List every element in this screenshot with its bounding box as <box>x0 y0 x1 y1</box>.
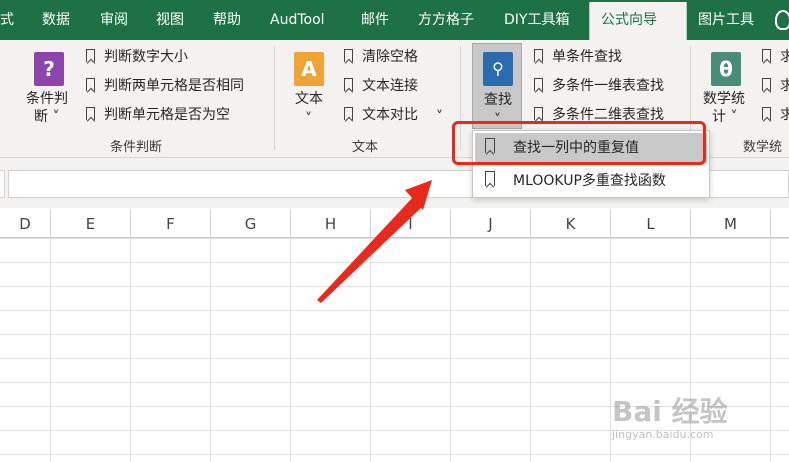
column-header-h[interactable]: H <box>291 210 371 238</box>
grid-line <box>770 238 771 462</box>
text-a-icon: A <box>294 52 324 86</box>
grid-line <box>290 238 291 462</box>
column-header-m[interactable]: M <box>691 210 771 238</box>
bookmark-icon <box>534 107 543 120</box>
item-label: 求 <box>780 49 789 65</box>
tab-data[interactable]: 数据 <box>42 0 70 40</box>
name-box-edge[interactable] <box>0 170 5 198</box>
item-label: 求 <box>780 107 789 123</box>
column-header-k[interactable]: K <box>531 210 611 238</box>
text-button[interactable]: A 文本 ˅ <box>286 40 332 130</box>
ribbon-tab-bar: 式 数据 审阅 视图 帮助 AudTool 邮件 方方格子 DIY工具箱 公式向… <box>0 0 789 40</box>
tab-diy-toolbox[interactable]: DIY工具箱 <box>504 0 569 40</box>
math-item-3-button[interactable]: 求 <box>762 104 789 126</box>
bookmark-icon <box>86 49 95 62</box>
column-header-g[interactable]: G <box>211 210 291 238</box>
lookup-label: 查找 <box>484 92 512 108</box>
bookmark-icon <box>762 49 771 62</box>
tab-help[interactable]: 帮助 <box>213 0 241 40</box>
math-item-2-button[interactable]: 求 <box>762 75 789 97</box>
judge-cell-empty-button[interactable]: 判断单元格是否为空 <box>86 104 230 126</box>
text-join-button[interactable]: 文本连接 <box>344 75 418 97</box>
tab-audtool[interactable]: AudTool <box>270 0 325 40</box>
bookmark-icon <box>344 78 353 91</box>
watermark-url: jingyan.baidu.com <box>612 428 714 441</box>
item-label: 文本连接 <box>362 78 418 94</box>
column-header-n[interactable] <box>771 210 789 238</box>
logic-judge-button[interactable]: ? 条件判 断 ˅ <box>22 40 74 130</box>
menu-item-label: MLOOKUP多重查找函数 <box>513 173 666 189</box>
chevron-down-icon: ˅ <box>305 111 312 127</box>
bookmark-icon <box>86 78 95 91</box>
clear-spaces-button[interactable]: 清除空格 <box>344 46 418 68</box>
bookmark-icon <box>762 107 771 120</box>
grid-line <box>610 238 611 462</box>
group-label-logic: 条件判断 <box>110 140 163 155</box>
item-label: 判断数字大小 <box>104 49 188 65</box>
group-label-math: 数学统 <box>743 140 783 155</box>
bookmark-icon <box>534 78 543 91</box>
tab-view[interactable]: 视图 <box>156 0 184 40</box>
item-label: 单条件查找 <box>552 49 622 65</box>
column-header-e[interactable]: E <box>51 210 131 238</box>
column-header-d[interactable]: D <box>0 210 51 238</box>
bookmark-icon <box>485 171 495 186</box>
grid-line <box>130 238 131 462</box>
grid-line <box>50 238 51 462</box>
math-item-1-button[interactable]: 求 <box>762 46 789 68</box>
bookmark-icon <box>762 78 771 91</box>
tab-mail[interactable]: 邮件 <box>361 0 389 40</box>
text-compare-button[interactable]: 文本对比 <box>344 104 418 126</box>
multi-condition-1d-lookup-button[interactable]: 多条件一维表查找 <box>534 75 664 97</box>
judge-number-size-button[interactable]: 判断数字大小 <box>86 46 188 68</box>
math-stats-button[interactable]: θ 数学统 计 ˅ <box>700 40 756 130</box>
annotation-highlight-box <box>452 121 706 165</box>
math-stats-label-2: 计 ˅ <box>712 109 738 125</box>
item-label: 判断两单元格是否相同 <box>104 78 244 94</box>
baidu-watermark-logo: Bai 经验 <box>612 395 728 428</box>
bookmark-icon <box>344 49 353 62</box>
item-label: 求 <box>780 78 789 94</box>
theta-icon: θ <box>711 52 741 86</box>
text-more-chevron-icon[interactable]: ˅ <box>436 106 443 128</box>
item-label: 判断单元格是否为空 <box>104 107 230 123</box>
bookmark-icon <box>344 107 353 120</box>
column-header-j[interactable]: J <box>451 210 531 238</box>
bookmark-icon <box>534 49 543 62</box>
judge-cells-equal-button[interactable]: 判断两单元格是否相同 <box>86 75 244 97</box>
magnifier-icon: ⚲ <box>483 52 513 86</box>
single-condition-lookup-button[interactable]: 单条件查找 <box>534 46 622 68</box>
logic-judge-label-2: 断 ˅ <box>34 109 60 125</box>
grid-line <box>530 238 531 462</box>
tab-formulas[interactable]: 式 <box>0 0 14 40</box>
grid-line <box>210 238 211 462</box>
tab-fangfang[interactable]: 方方格子 <box>418 0 474 40</box>
item-label: 多条件一维表查找 <box>552 78 664 94</box>
column-header-f[interactable]: F <box>131 210 211 238</box>
bookmark-icon <box>86 107 95 120</box>
question-icon: ? <box>34 52 64 86</box>
tab-formula-wizard[interactable]: 公式向导 <box>589 2 687 40</box>
tab-review[interactable]: 审阅 <box>100 0 128 40</box>
grid-line <box>370 238 371 462</box>
column-header-l[interactable]: L <box>611 210 691 238</box>
column-header-i[interactable]: I <box>371 210 451 238</box>
grid-line <box>450 238 451 462</box>
item-label: 清除空格 <box>362 49 418 65</box>
mlookup-item[interactable]: MLOOKUP多重查找函数 <box>475 166 707 196</box>
math-stats-label: 数学统 <box>703 91 745 107</box>
group-separator <box>274 46 275 150</box>
tab-picture-tools[interactable]: 图片工具 <box>698 0 754 40</box>
lookup-button[interactable]: ⚲ 查找 ˅ <box>472 43 522 129</box>
group-label-text: 文本 <box>352 140 379 155</box>
lightbulb-icon[interactable] <box>775 10 789 30</box>
text-label: 文本 <box>295 91 323 107</box>
item-label: 文本对比 <box>362 107 418 123</box>
logic-judge-label: 条件判 <box>26 91 68 107</box>
